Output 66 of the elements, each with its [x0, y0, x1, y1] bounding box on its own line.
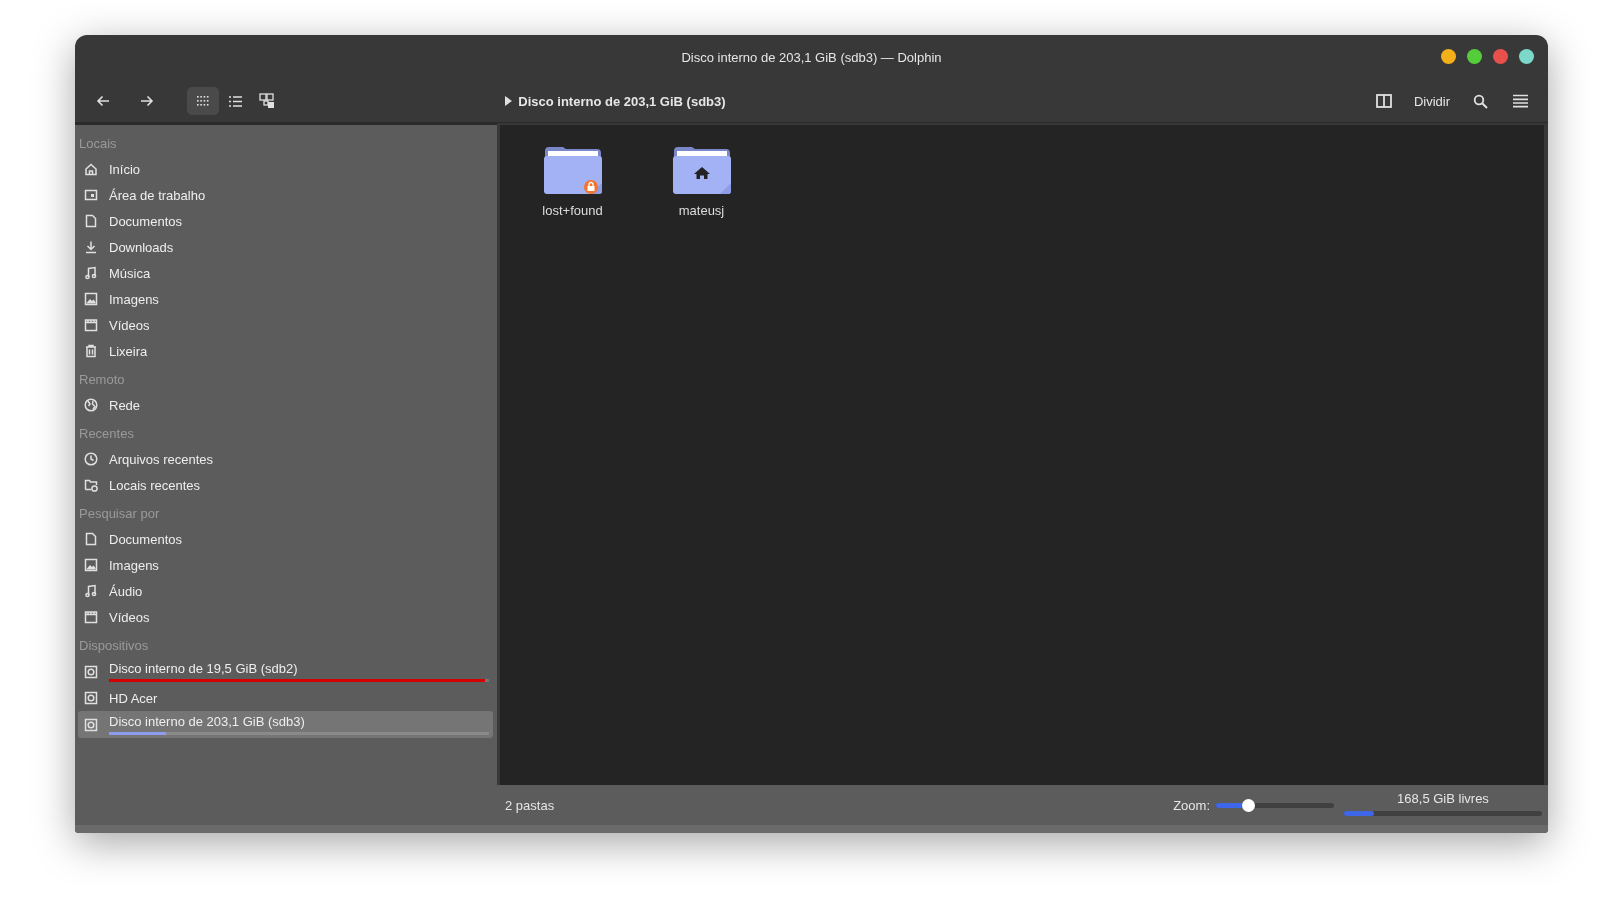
split-button[interactable]: Dividir	[1407, 87, 1456, 115]
grid-icon	[196, 94, 210, 108]
sidebar-item[interactable]: Documentos	[78, 526, 493, 552]
tree-icon	[259, 93, 275, 109]
sidebar-item[interactable]: Vídeos	[78, 604, 493, 630]
image-icon	[83, 291, 99, 307]
music-note-icon	[83, 583, 99, 599]
drive-icon	[83, 663, 99, 680]
folder-icon[interactable]	[671, 145, 732, 195]
image-icon	[83, 557, 99, 573]
folder-name: lost+found	[542, 203, 603, 218]
sidebar-item[interactable]: Áudio	[78, 578, 493, 604]
drive-icon	[83, 716, 99, 733]
home-icon	[83, 161, 99, 177]
sidebar-item[interactable]: Lixeira	[78, 338, 493, 364]
trash-icon	[83, 343, 99, 359]
film-icon	[83, 317, 99, 333]
window-control-button[interactable]	[1441, 49, 1456, 64]
download-icon	[83, 239, 99, 255]
list-icon	[227, 94, 243, 108]
sidebar-item[interactable]: Disco interno de 203,1 GiB (sdb3)	[78, 711, 493, 738]
folder-clock-icon	[83, 477, 99, 493]
drive-icon	[83, 690, 99, 706]
sidebar-item[interactable]: Música	[78, 260, 493, 286]
sidebar-item[interactable]: Imagens	[78, 286, 493, 312]
columns-icon	[1375, 94, 1392, 108]
slider-handle[interactable]	[1242, 798, 1256, 812]
section-heading: Remoto	[78, 371, 126, 389]
sidebar-item[interactable]: Disco interno de 19,5 GiB (sdb2)	[78, 658, 493, 685]
sidebar-item[interactable]: Locais recentes	[78, 472, 493, 498]
folder-count: 2 pastas	[505, 797, 556, 813]
document-icon	[83, 531, 99, 547]
section-heading: Pesquisar por	[78, 505, 161, 523]
sidebar-item[interactable]: Área de trabalho	[78, 182, 493, 208]
clock-icon	[83, 451, 99, 467]
music-note-icon	[83, 265, 99, 281]
film-icon	[83, 609, 99, 625]
sidebar-item[interactable]: Vídeos	[78, 312, 493, 338]
window-control-button[interactable]	[1519, 49, 1534, 64]
breadcrumb-button[interactable]: Disco interno de 203,1 GiB (sdb3)	[499, 87, 732, 115]
section-heading: Dispositivos	[78, 637, 150, 655]
arrow-right-icon	[140, 95, 154, 107]
globe-icon	[83, 397, 99, 413]
section-heading: Locais	[78, 135, 118, 153]
arrow-left-icon	[96, 95, 110, 107]
sidebar-item[interactable]: Documentos	[78, 208, 493, 234]
folder-icon[interactable]	[542, 145, 603, 195]
sidebar-item[interactable]: Downloads	[78, 234, 493, 260]
window-title: Disco interno de 203,1 GiB (sdb3) — Dolphin	[680, 50, 943, 65]
free-space-label: 168,5 GiB livres	[1397, 790, 1489, 806]
sidebar-item[interactable]: Rede	[78, 392, 493, 418]
folder-name: mateusj	[678, 203, 725, 218]
sidebar-item[interactable]: Imagens	[78, 552, 493, 578]
caret-icon	[505, 96, 513, 106]
document-icon	[83, 213, 99, 229]
section-heading: Recentes	[78, 425, 135, 443]
view-mode-button[interactable]	[187, 87, 219, 115]
window-control-button[interactable]	[1467, 49, 1482, 64]
window-control-button[interactable]	[1493, 49, 1508, 64]
menu-icon	[1512, 94, 1528, 108]
desktop-icon	[83, 187, 99, 203]
sidebar-item[interactable]: HD Acer	[78, 685, 493, 711]
sidebar-item[interactable]: Início	[78, 156, 493, 182]
sidebar-item[interactable]: Arquivos recentes	[78, 446, 493, 472]
zoom-label: Zoom:	[1173, 797, 1210, 813]
search-icon	[1472, 93, 1488, 109]
